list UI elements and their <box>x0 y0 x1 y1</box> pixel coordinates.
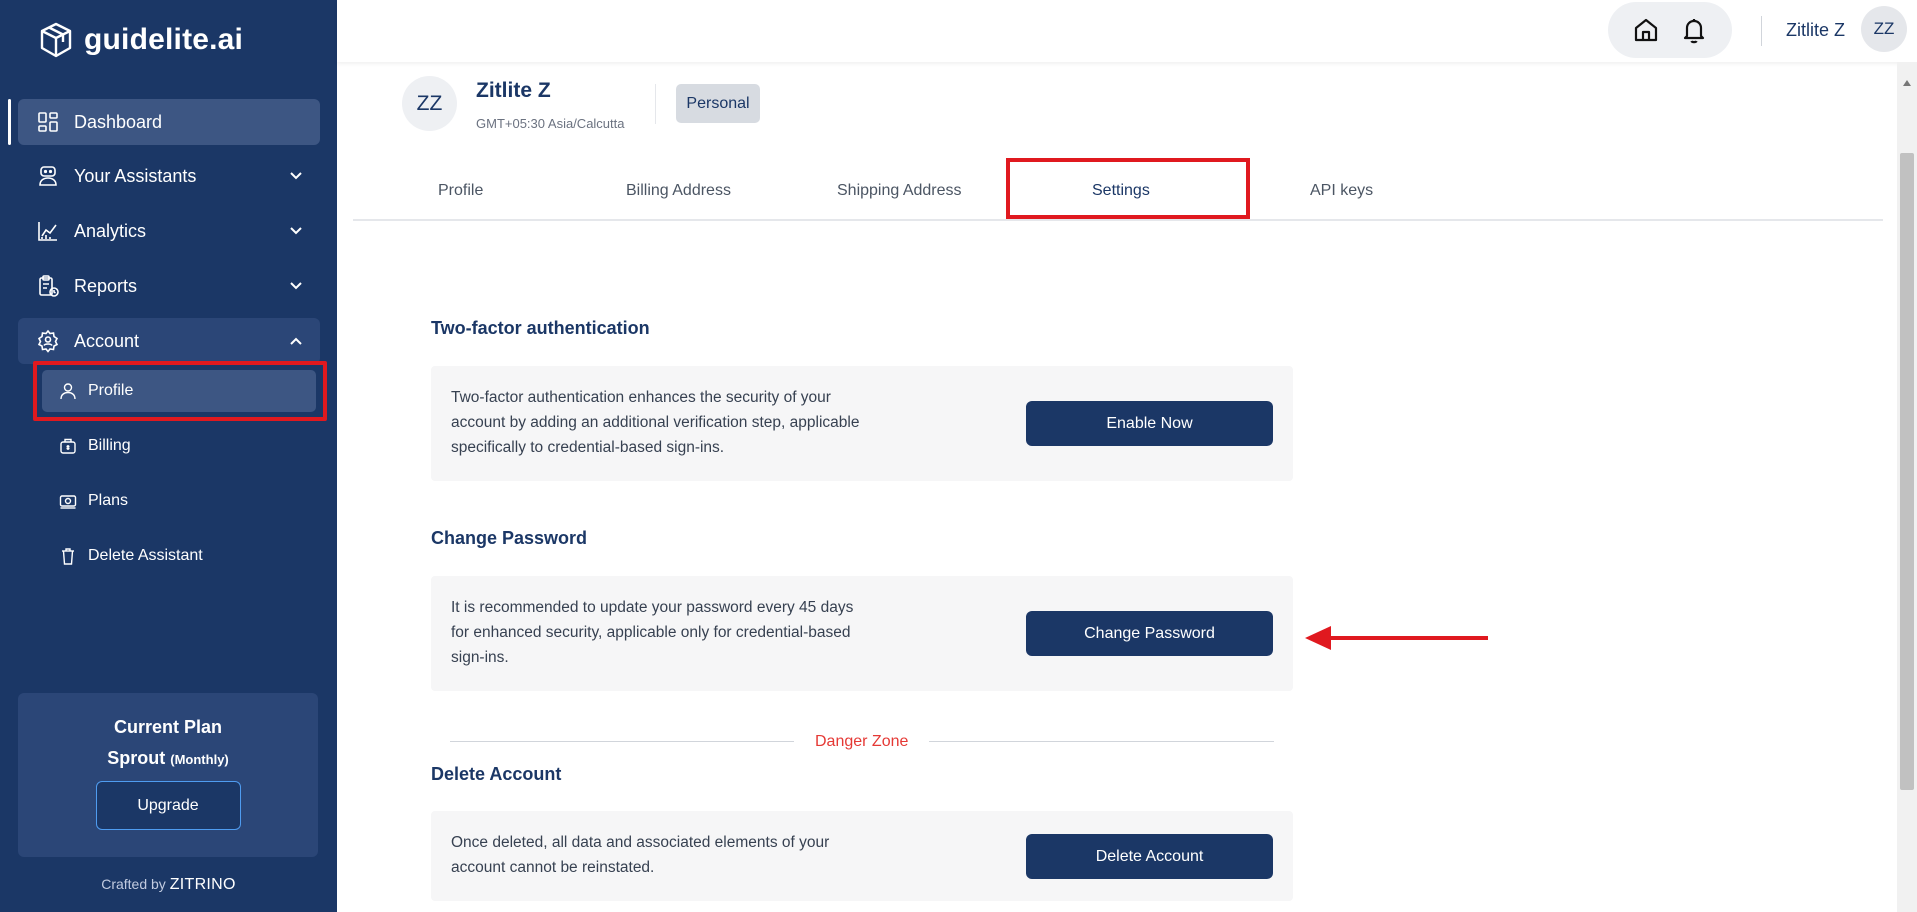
trash-icon <box>58 546 78 566</box>
user-name[interactable]: Zitlite Z <box>1786 20 1845 41</box>
dashboard-icon <box>36 110 60 134</box>
profile-avatar: ZZ <box>402 76 457 131</box>
chevron-down-icon <box>290 227 302 235</box>
sidebar-item-account[interactable]: Account <box>18 318 320 364</box>
crafted-by-prefix: Crafted by <box>101 876 166 892</box>
sidebar-subitem-billing[interactable]: Billing <box>42 425 316 467</box>
sidebar-item-label: Dashboard <box>74 111 163 132</box>
sidebar-subitem-plans[interactable]: Plans <box>42 480 316 522</box>
sidebar-item-your-assistants[interactable]: Your Assistants <box>18 153 320 199</box>
report-icon <box>36 274 60 298</box>
sidebar-item-label: Your Assistants <box>74 165 197 186</box>
plan-period: (Monthly) <box>170 752 229 767</box>
active-nav-indicator <box>8 99 11 145</box>
account-gear-icon <box>36 329 60 353</box>
red-arrow-annotation <box>1305 626 1488 650</box>
danger-zone-label: Danger Zone <box>815 733 909 750</box>
change-password-button[interactable]: Change Password <box>1026 611 1273 656</box>
delete-account-button[interactable]: Delete Account <box>1026 834 1273 879</box>
two-factor-card: Two-factor authentication enhances the s… <box>431 366 1293 481</box>
tabs-underline <box>353 219 1883 221</box>
change-password-description: It is recommended to update your passwor… <box>451 599 854 666</box>
crafted-by-brand[interactable]: ZITRINO <box>170 876 236 893</box>
plan-name-row: Sprout (Monthly) <box>18 748 318 769</box>
profile-name: Zitlite Z <box>476 79 551 102</box>
user-avatar[interactable]: ZZ <box>1861 6 1907 52</box>
sidebar-item-dashboard[interactable]: Dashboard <box>18 99 320 145</box>
sidebar-item-analytics[interactable]: Analytics <box>18 208 320 254</box>
upgrade-button[interactable]: Upgrade <box>95 781 241 830</box>
sidebar-item-label: Reports <box>74 275 138 296</box>
user-icon <box>58 381 78 401</box>
sidebar-item-label: Account <box>74 330 140 351</box>
tab-api-keys[interactable]: API keys <box>1310 182 1373 200</box>
sidebar: guidelite.ai Dashboard Your Assistants A… <box>0 0 337 912</box>
scrollbar-thumb[interactable] <box>1900 153 1914 790</box>
plans-icon <box>58 491 78 511</box>
crafted-by: Crafted by ZITRINO <box>0 876 337 894</box>
enable-2fa-button[interactable]: Enable Now <box>1026 401 1273 446</box>
change-password-card: It is recommended to update your passwor… <box>431 576 1293 691</box>
danger-zone-line-right <box>929 741 1274 742</box>
account-type-badge: Personal <box>676 84 760 123</box>
sidebar-subitem-label: Billing <box>88 437 131 454</box>
profile-divider <box>655 84 656 124</box>
chevron-down-icon <box>290 282 302 290</box>
tab-shipping-address[interactable]: Shipping Address <box>837 182 962 200</box>
sidebar-item-reports[interactable]: Reports <box>18 263 320 309</box>
topbar-divider <box>1761 16 1762 46</box>
brand-name: guidelite.ai <box>84 23 244 56</box>
plan-name: Sprout <box>107 748 166 768</box>
billing-icon <box>58 436 78 456</box>
danger-zone-line-left <box>450 741 794 742</box>
two-factor-description: Two-factor authentication enhances the s… <box>451 389 860 456</box>
tab-settings[interactable]: Settings <box>1092 182 1150 200</box>
current-plan-card: Current Plan Sprout (Monthly) Upgrade <box>18 693 318 857</box>
change-password-title: Change Password <box>431 528 588 548</box>
chevron-up-icon <box>290 337 302 345</box>
brand-logo[interactable]: guidelite.ai <box>36 20 243 60</box>
sidebar-subitem-delete-assistant[interactable]: Delete Assistant <box>42 535 316 577</box>
sidebar-subitem-profile[interactable]: Profile <box>42 370 316 412</box>
tab-profile[interactable]: Profile <box>438 182 483 200</box>
topbar-icon-group <box>1608 2 1732 58</box>
logo-cube-icon <box>40 22 72 58</box>
home-icon[interactable] <box>1631 15 1661 45</box>
topbar: Zitlite Z ZZ <box>337 0 1917 62</box>
sidebar-item-label: Analytics <box>74 220 147 241</box>
chart-icon <box>36 219 60 243</box>
plan-title: Current Plan <box>113 717 223 737</box>
profile-timezone: GMT+05:30 Asia/Calcutta <box>476 116 625 131</box>
scroll-up-arrow-icon[interactable] <box>1903 80 1911 86</box>
delete-account-card: Once deleted, all data and associated el… <box>431 811 1293 901</box>
sidebar-subitem-label: Delete Assistant <box>88 547 203 564</box>
tab-billing-address[interactable]: Billing Address <box>626 182 731 200</box>
sidebar-subitem-label: Plans <box>88 492 129 509</box>
delete-account-title: Delete Account <box>431 764 562 784</box>
sidebar-subitem-label: Profile <box>88 382 134 399</box>
chevron-down-icon <box>290 172 302 180</box>
bell-icon[interactable] <box>1679 15 1709 45</box>
two-factor-title: Two-factor authentication <box>431 318 650 338</box>
delete-account-description: Once deleted, all data and associated el… <box>451 834 830 876</box>
assistant-icon <box>36 164 60 188</box>
